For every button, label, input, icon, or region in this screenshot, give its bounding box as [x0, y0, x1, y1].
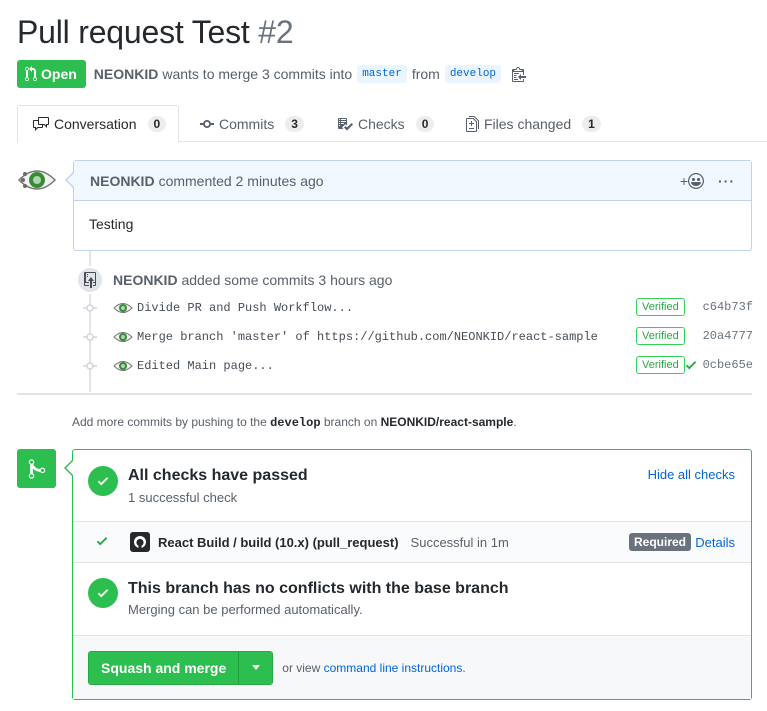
comment-action: commented [158, 172, 232, 189]
tab-label: Checks [358, 115, 405, 132]
tab-counter: 1 [582, 115, 601, 132]
commit-message-link[interactable]: Divide PR and Push Workflow... [137, 301, 353, 315]
commit-message-link[interactable]: Merge branch 'master' of https://github.… [137, 330, 598, 344]
check-circle-icon [88, 578, 118, 608]
merge-footer: Squash and merge or view command line in… [73, 635, 751, 699]
state-badge: Open [17, 60, 86, 88]
comment-author-link[interactable]: NEONKID [90, 173, 155, 189]
checks-subtitle: 1 successful check [128, 490, 238, 505]
base-branch[interactable]: master [357, 65, 407, 83]
commits-event-title: NEONKID added some commits 3 hours ago [113, 272, 392, 288]
commit-row: Merge branch 'master' of https://github.… [83, 326, 753, 348]
commit-row: Divide PR and Push Workflow... Verified … [83, 297, 753, 319]
check-icon[interactable] [685, 358, 697, 375]
git-commit-icon [200, 119, 214, 128]
comment-discussion-icon [33, 117, 49, 131]
timeline-comment: NEONKID commented 2 minutes ago + ··· Te… [73, 160, 752, 251]
git-pull-request-icon [25, 66, 37, 82]
commit-row: Edited Main page... Verified 0cbe65e [83, 355, 753, 377]
or-view-text: or view [282, 660, 321, 675]
clippy-icon[interactable] [512, 66, 527, 82]
git-commit-icon [83, 361, 97, 371]
squash-and-merge-button[interactable]: Squash and merge [89, 651, 240, 684]
triangle-down-icon [251, 665, 260, 670]
kebab-horizontal-icon[interactable]: ··· [718, 173, 735, 189]
check-run-row: React Build / build (10.x) (pull_request… [73, 521, 751, 563]
from-text: from [411, 66, 440, 82]
merge-caret-inner [66, 461, 73, 475]
cli-suffix: . [462, 660, 466, 675]
check-circle-icon [88, 466, 118, 496]
merge-box: All checks have passed 1 successful chec… [72, 449, 752, 700]
check-icon [96, 534, 110, 551]
checks-title: All checks have passed [128, 467, 308, 484]
tab-commits[interactable]: Commits 3 [200, 105, 304, 142]
commit-sha-link[interactable]: c64b73f [703, 300, 753, 314]
verified-badge[interactable]: Verified [636, 327, 685, 345]
tab-counter: 0 [415, 115, 435, 132]
tab-checks[interactable]: Checks 0 [337, 105, 435, 142]
timeline-divider [17, 393, 752, 395]
check-description: Successful in 1m [410, 534, 509, 550]
push-hint-repo: NEONKID/react-sample [380, 415, 514, 429]
details-link[interactable]: Details [695, 535, 735, 550]
required-badge: Required [629, 533, 692, 551]
commit-message-link[interactable]: Edited Main page... [137, 359, 274, 373]
check-name: React Build / build (10.x) (pull_request… [158, 534, 399, 550]
checklist-icon [338, 117, 353, 130]
repo-push-icon [76, 266, 104, 294]
tab-conversation[interactable]: Conversation 0 [17, 105, 179, 143]
comment-time[interactable]: 2 minutes ago [236, 173, 324, 189]
hide-checks-link[interactable]: Hide all checks [648, 467, 735, 482]
verified-badge[interactable]: Verified [636, 298, 685, 316]
push-hint-prefix: Add more commits by pushing to the [72, 415, 267, 429]
tab-counter: 0 [147, 116, 167, 132]
merge-button-group: Squash and merge [88, 650, 274, 685]
plus-label: + [679, 172, 688, 189]
avatar[interactable] [17, 160, 57, 200]
comment-header: NEONKID commented 2 minutes ago + ··· [74, 161, 751, 201]
tab-label: Conversation [54, 116, 137, 132]
event-time[interactable]: 3 hours ago [318, 272, 392, 288]
pr-meta: Open NEONKID wants to merge 3 commits in… [17, 60, 527, 88]
push-hint-suffix: . [513, 415, 517, 429]
pr-number: #2 [258, 14, 294, 50]
merge-method-dropdown[interactable] [239, 651, 273, 684]
pr-tabs: Conversation 0 Commits 3 Checks 0 Files … [17, 105, 767, 143]
file-diff-icon [466, 115, 479, 132]
event-author-link[interactable]: NEONKID [113, 272, 178, 288]
push-hint-middle: branch on [323, 415, 378, 429]
avatar[interactable] [113, 327, 133, 347]
merge-text: wants to merge 3 commits into [162, 66, 353, 82]
page-title: Pull request Test #2 [17, 14, 294, 51]
conflicts-subtitle: Merging can be performed automatically. [128, 602, 363, 617]
commit-sha-link[interactable]: 0cbe65e [703, 358, 753, 372]
smiley-icon [688, 172, 704, 189]
push-hint-branch: develop [270, 416, 321, 430]
tab-label: Files changed [484, 115, 572, 132]
comment-body: Testing [89, 216, 134, 232]
push-hint: Add more commits by pushing to the devel… [72, 415, 517, 430]
tab-label: Commits [219, 115, 275, 132]
commit-sha-link[interactable]: 20a4777 [703, 329, 753, 343]
head-branch[interactable]: develop [444, 65, 502, 83]
git-commit-icon [83, 303, 97, 313]
comment-caret-inner [67, 173, 74, 187]
git-merge-icon [17, 449, 56, 488]
conflicts-title: This branch has no conflicts with the ba… [128, 580, 509, 597]
event-action: added some commits [181, 272, 315, 288]
pr-author-link[interactable]: NEONKID [94, 66, 159, 82]
command-line-instructions-link[interactable]: command line instructions [324, 661, 463, 675]
git-commit-icon [83, 332, 97, 342]
avatar[interactable] [113, 356, 133, 376]
state-label: Open [41, 66, 77, 82]
tab-files-changed[interactable]: Files changed 1 [466, 105, 601, 142]
add-reaction-button[interactable]: + [679, 172, 704, 189]
verified-badge[interactable]: Verified [636, 356, 685, 374]
github-actions-icon [130, 532, 150, 552]
avatar[interactable] [113, 298, 133, 318]
pr-title: Pull request Test [17, 14, 250, 50]
tab-counter: 3 [285, 115, 304, 132]
